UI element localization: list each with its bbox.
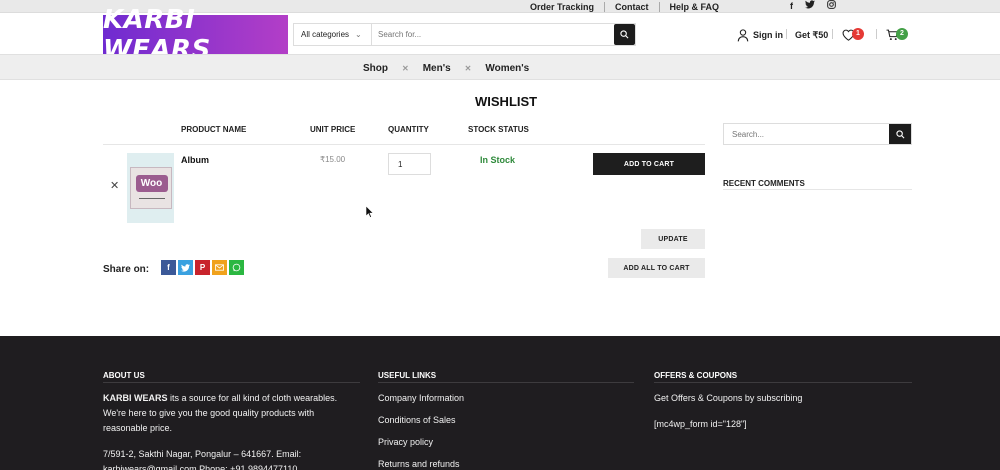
main-nav: Shop ✕ Men's ✕ Women's <box>0 54 1000 80</box>
cart-button[interactable]: 2 <box>886 25 908 45</box>
nav-separator-icon: ✕ <box>402 63 409 73</box>
subscribe-form-shortcode: [mc4wp_form id="128"] <box>654 419 747 429</box>
add-all-to-cart-button[interactable]: ADD ALL TO CART <box>608 258 705 278</box>
column-header-product: PRODUCT NAME <box>181 125 247 134</box>
offers-heading: OFFERS & COUPONS <box>654 371 738 380</box>
pinterest-icon[interactable]: P <box>195 260 210 275</box>
divider <box>832 29 833 39</box>
about-line-3: reasonable price. <box>103 423 173 433</box>
address-line-2: karbiwears@gmail.com Phone: +91 98944771… <box>103 464 298 470</box>
about-line-2: We're here to give you the good quality … <box>103 408 315 418</box>
reward-label: Get ₹50 <box>795 29 829 40</box>
share-label: Share on: <box>103 264 150 275</box>
divider <box>103 382 360 383</box>
product-name[interactable]: Album <box>181 155 209 165</box>
add-to-cart-button[interactable]: ADD TO CART <box>593 153 705 175</box>
useful-links-heading: USEFUL LINKS <box>378 371 437 380</box>
recent-comments-heading: RECENT COMMENTS <box>723 179 805 188</box>
whatsapp-icon[interactable] <box>229 260 244 275</box>
facebook-icon[interactable]: f <box>790 0 793 13</box>
facebook-icon[interactable]: f <box>161 260 176 275</box>
offers-text: Get Offers & Coupons by subscribing <box>654 393 803 403</box>
site-logo[interactable]: KARBI WEARS <box>103 5 288 65</box>
table-divider <box>103 144 705 145</box>
nav-item-mens[interactable]: Men's <box>423 63 451 74</box>
nav-item-womens[interactable]: Women's <box>485 63 529 74</box>
about-text: KARBI WEARS its a source for all kind of… <box>103 391 363 436</box>
user-icon <box>737 28 749 41</box>
top-links: Order Tracking Contact Help & FAQ <box>520 0 729 13</box>
product-search: All categories ⌄ <box>293 23 636 46</box>
stock-status: In Stock <box>480 155 516 165</box>
mouse-cursor-icon <box>366 206 374 218</box>
column-header-stock: STOCK STATUS <box>468 125 529 134</box>
divider <box>876 29 877 39</box>
divider <box>654 382 912 383</box>
search-button[interactable] <box>614 24 635 45</box>
search-icon <box>895 129 904 138</box>
footer-link-conditions-of-sales[interactable]: Conditions of Sales <box>378 415 456 425</box>
product-thumbnail[interactable]: Woo <box>127 153 174 223</box>
footer-link-privacy-policy[interactable]: Privacy policy <box>378 437 433 447</box>
unit-price: ₹15.00 <box>320 155 346 164</box>
column-header-quantity: QUANTITY <box>388 125 429 134</box>
order-tracking-link[interactable]: Order Tracking <box>520 2 604 12</box>
about-line-1: its a source for all kind of cloth weara… <box>170 393 338 403</box>
category-select[interactable]: All categories ⌄ <box>294 24 372 45</box>
divider <box>786 29 787 39</box>
sidebar-search <box>723 123 912 145</box>
twitter-icon[interactable] <box>805 0 815 13</box>
divider <box>723 189 912 190</box>
wishlist-button[interactable]: 1 <box>842 25 864 45</box>
update-button[interactable]: UPDATE <box>641 229 705 249</box>
search-input[interactable] <box>372 24 614 45</box>
twitter-icon[interactable] <box>178 260 193 275</box>
remove-item-icon[interactable]: ✕ <box>110 179 119 192</box>
social-links: f <box>790 0 836 13</box>
sidebar-search-input[interactable] <box>724 124 889 144</box>
sign-in-label: Sign in <box>753 30 783 40</box>
reward-link[interactable]: Get ₹50 <box>795 25 828 45</box>
sign-in-link[interactable]: Sign in <box>737 25 783 45</box>
woo-logo: Woo <box>135 175 168 192</box>
chevron-down-icon: ⌄ <box>355 30 362 39</box>
about-heading: ABOUT US <box>103 371 145 380</box>
footer-link-returns-and-refunds[interactable]: Returns and refunds <box>378 459 460 469</box>
wishlist-count-badge: 1 <box>852 27 864 40</box>
quantity-input[interactable]: 1 <box>388 153 431 175</box>
contact-link[interactable]: Contact <box>605 2 659 12</box>
column-header-price: UNIT PRICE <box>310 125 356 134</box>
cart-count-badge: 2 <box>896 27 908 40</box>
sidebar-search-button[interactable] <box>889 124 911 144</box>
contact-address: 7/591-2, Sakthi Nagar, Pongalur – 641667… <box>103 447 363 470</box>
address-line-1: 7/591-2, Sakthi Nagar, Pongalur – 641667… <box>103 449 302 459</box>
footer-link-company-information[interactable]: Company Information <box>378 393 464 403</box>
email-icon[interactable] <box>212 260 227 275</box>
category-select-value: All categories <box>301 30 350 39</box>
instagram-icon[interactable] <box>827 0 836 13</box>
search-icon <box>620 30 629 39</box>
divider <box>378 382 634 383</box>
nav-separator-icon: ✕ <box>464 63 472 73</box>
nav-item-shop[interactable]: Shop <box>363 63 388 74</box>
about-brand: KARBI WEARS <box>103 393 168 403</box>
page-title: WISHLIST <box>475 94 538 109</box>
help-faq-link[interactable]: Help & FAQ <box>660 2 730 12</box>
